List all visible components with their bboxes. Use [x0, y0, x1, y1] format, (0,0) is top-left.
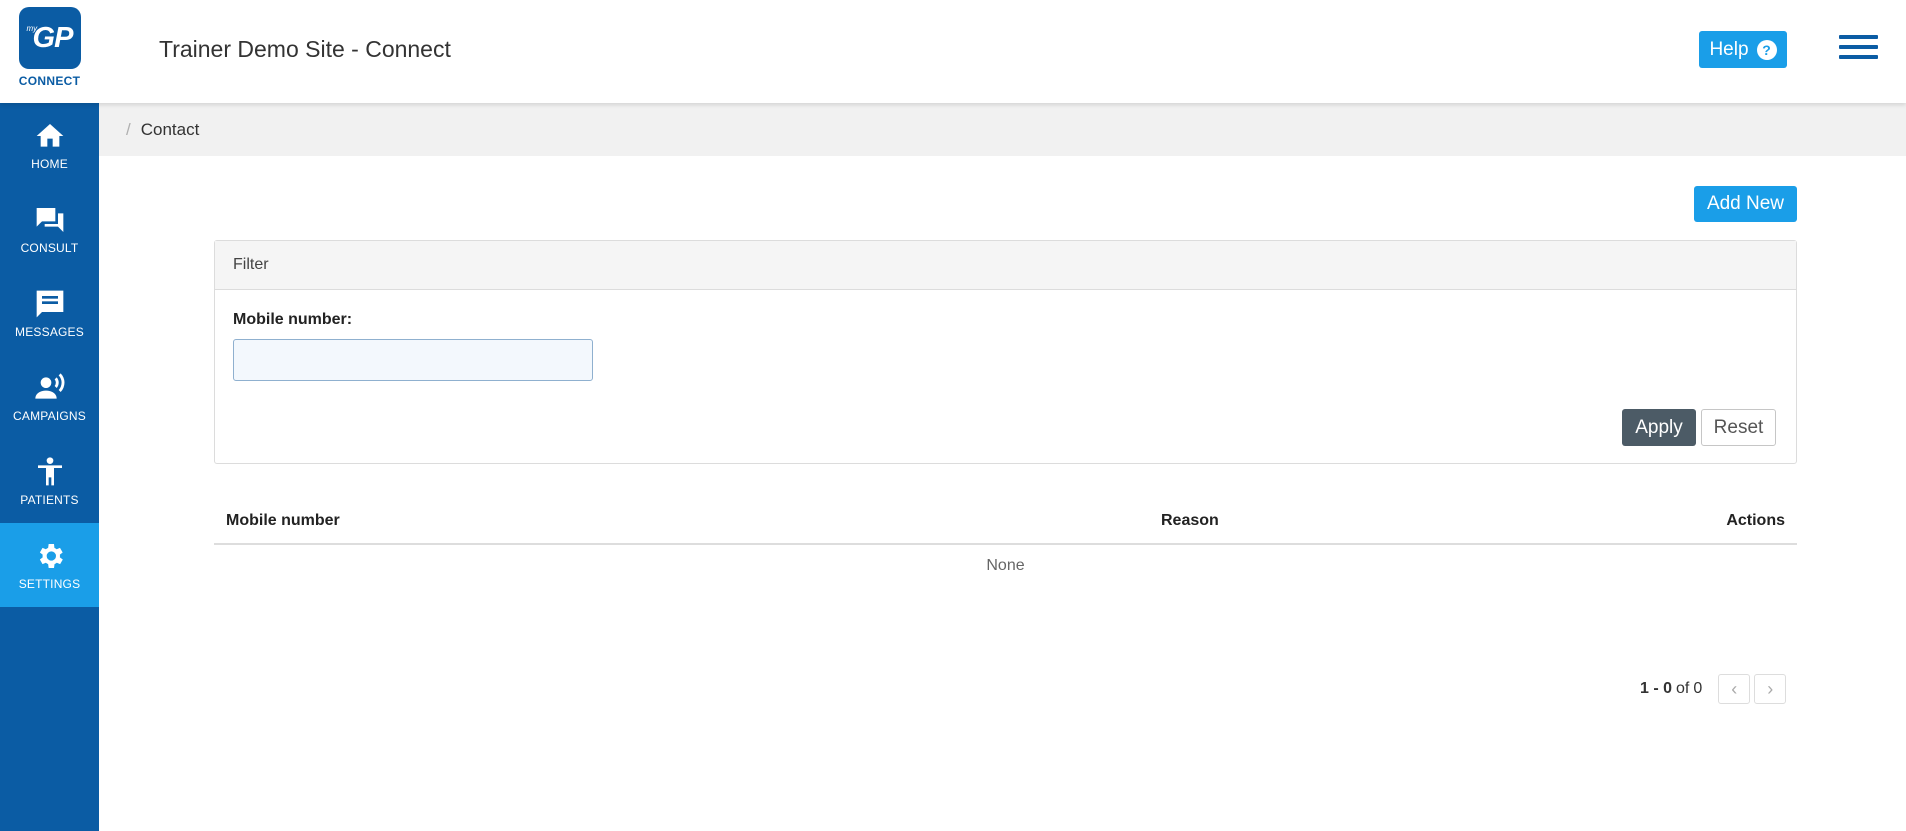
pagination: 1 - 0 of 0 ‹ ›: [1640, 674, 1787, 704]
breadcrumb: / Contact: [99, 103, 1906, 156]
logo-caption: CONNECT: [18, 74, 81, 88]
sidebar-item-label: HOME: [31, 156, 68, 171]
column-header-reason: Reason: [1161, 512, 1219, 529]
sidebar-item-label: CONSULT: [20, 240, 79, 255]
mobile-number-input[interactable]: [233, 339, 593, 381]
logo-badge: my GP: [18, 7, 81, 69]
help-button[interactable]: Help ?: [1699, 31, 1787, 68]
chat-bubbles-icon: [36, 207, 63, 232]
mobile-number-label: Mobile number:: [233, 311, 353, 328]
sidebar-nav: HOME CONSULT MESSAGES CAMPAIGNS PATIENTS…: [0, 103, 99, 831]
hamburger-menu-icon[interactable]: [1839, 35, 1878, 59]
broadcast-person-icon: [34, 372, 64, 399]
message-icon: [36, 290, 63, 317]
reset-button[interactable]: Reset: [1701, 409, 1776, 446]
pagination-of: of: [1676, 680, 1690, 697]
top-header: my GP CONNECT Trainer Demo Site - Connec…: [0, 0, 1906, 103]
sidebar-item-label: MESSAGES: [15, 324, 84, 339]
sidebar-item-messages[interactable]: MESSAGES: [0, 271, 99, 355]
help-label: Help: [1709, 38, 1749, 60]
pagination-range: 1 - 0: [1640, 680, 1673, 697]
site-title: Trainer Demo Site - Connect: [159, 36, 451, 62]
table-header: Mobile number Reason Actions: [214, 500, 1797, 545]
person-icon: [37, 456, 62, 485]
pagination-total: 0: [1693, 680, 1703, 697]
sidebar-item-label: SETTINGS: [18, 576, 81, 591]
sidebar-item-settings[interactable]: SETTINGS: [0, 523, 99, 607]
question-circle-icon: ?: [1756, 39, 1777, 60]
sidebar-item-campaigns[interactable]: CAMPAIGNS: [0, 355, 99, 439]
filter-panel: Filter Mobile number: Apply Reset: [214, 240, 1797, 464]
chevron-right-icon[interactable]: ›: [1754, 674, 1787, 704]
table-empty-message: None: [986, 557, 1025, 574]
chevron-left-icon[interactable]: ‹: [1718, 674, 1751, 704]
sidebar-item-consult[interactable]: CONSULT: [0, 187, 99, 271]
filter-title: Filter: [215, 241, 1796, 290]
app-logo[interactable]: my GP CONNECT: [0, 0, 99, 103]
sidebar-item-home[interactable]: HOME: [0, 103, 99, 187]
gear-icon: [39, 543, 63, 568]
apply-button[interactable]: Apply: [1622, 409, 1696, 446]
home-icon: [36, 123, 63, 147]
breadcrumb-current: Contact: [140, 119, 200, 139]
logo-text: GP: [32, 21, 74, 54]
sidebar-item-label: CAMPAIGNS: [13, 408, 86, 423]
add-new-button[interactable]: Add New: [1694, 186, 1797, 222]
sidebar-item-patients[interactable]: PATIENTS: [0, 439, 99, 523]
contacts-table: Mobile number Reason Actions None: [214, 500, 1797, 587]
breadcrumb-separator: /: [126, 119, 131, 139]
column-header-actions: Actions: [1726, 512, 1785, 529]
sidebar-item-label: PATIENTS: [20, 492, 79, 507]
logo-prefix: my: [26, 24, 38, 33]
column-header-mobile-number: Mobile number: [226, 512, 340, 529]
